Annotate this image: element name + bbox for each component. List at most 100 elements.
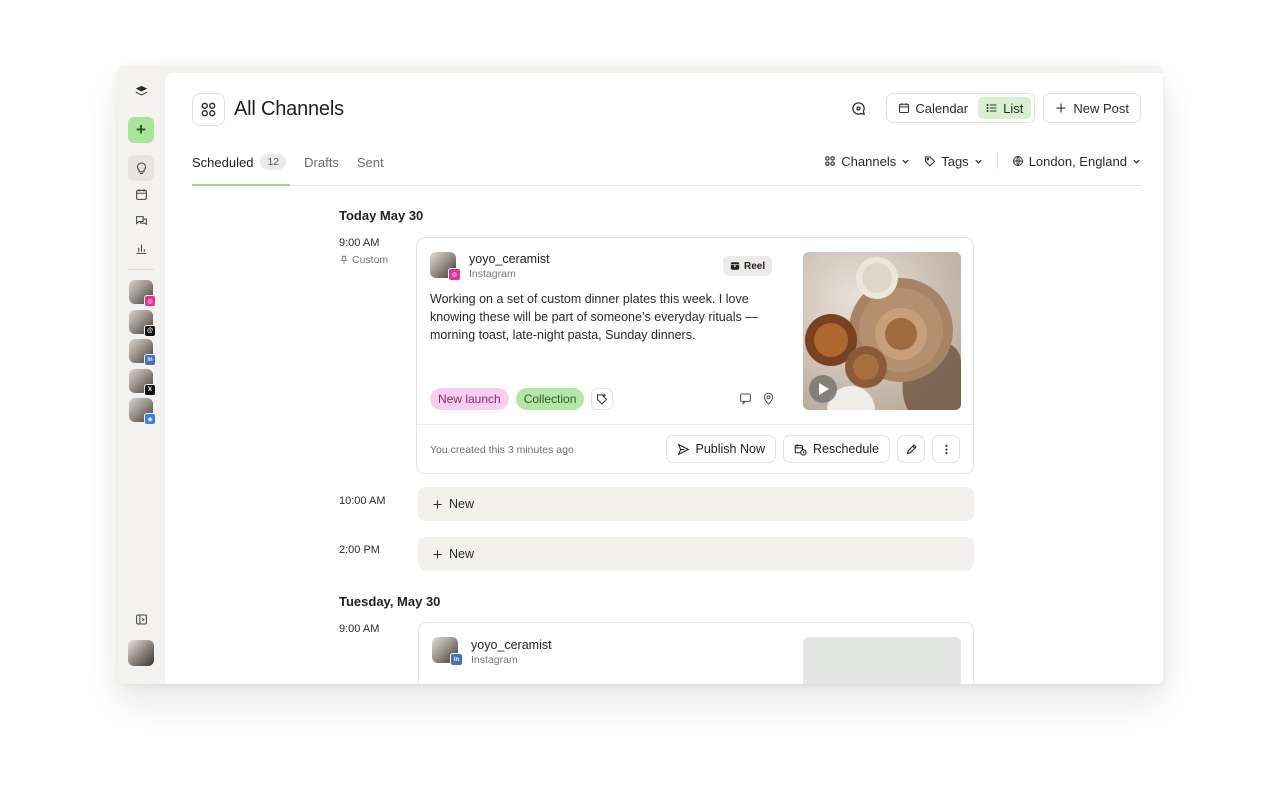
post-username: yoyo_ceramist: [469, 252, 550, 266]
send-icon: [677, 443, 690, 455]
timezone-label: London, England: [1028, 153, 1127, 169]
chevron-down-icon: [902, 159, 909, 164]
plus-icon: +: [136, 120, 146, 139]
ceramic-bowls-image: [803, 252, 961, 410]
post-card[interactable]: in yoyo_ceramist Instagram: [418, 622, 974, 684]
globe-icon: [1012, 156, 1023, 166]
plus-icon: [433, 549, 442, 559]
tab-scheduled-label: Scheduled: [192, 154, 254, 170]
list-icon: [986, 104, 997, 112]
location-icon[interactable]: [762, 392, 775, 405]
chat-icon: [135, 215, 147, 225]
time-type-label: Custom: [352, 254, 389, 266]
app-window: + ◎ @ in X ◆ All Channels Calendar List …: [118, 66, 1163, 684]
tab-sent[interactable]: Sent: [357, 151, 384, 173]
sidebar-toggle-icon: [135, 614, 147, 624]
reschedule-label: Reschedule: [812, 442, 879, 456]
post-network: Instagram: [471, 654, 518, 666]
page-header: All Channels: [192, 93, 344, 126]
channel-threads[interactable]: @: [129, 310, 156, 337]
comment-icon[interactable]: [739, 392, 752, 405]
timezone-filter[interactable]: London, England: [1012, 154, 1141, 169]
post-media-thumbnail[interactable]: [803, 637, 961, 684]
format-label: Reel: [744, 260, 766, 272]
new-post-slot[interactable]: New: [418, 487, 974, 521]
chevron-down-icon: [1133, 159, 1140, 164]
scheduled-count-badge: 12: [260, 154, 287, 170]
time-type: Custom: [339, 254, 388, 266]
add-tag-button[interactable]: [591, 388, 614, 410]
instagram-icon: ◎: [144, 295, 156, 307]
day-heading: Today May 30: [339, 208, 424, 223]
ideas-button[interactable]: [128, 155, 154, 181]
channels-grid-icon: [192, 93, 225, 126]
analytics-nav-button[interactable]: [128, 235, 154, 261]
more-options-button[interactable]: [932, 435, 960, 463]
create-post-button[interactable]: +: [128, 117, 154, 143]
tabs-divider: [192, 185, 1141, 186]
publish-now-label: Publish Now: [695, 442, 765, 456]
calendar-view-label: Calendar: [915, 100, 969, 116]
slot-time: 10:00 AM: [339, 495, 386, 507]
linkedin-icon: in: [450, 653, 463, 666]
tag-chip[interactable]: Collection: [515, 388, 585, 410]
edit-post-button[interactable]: [897, 435, 925, 463]
tag-chip[interactable]: New launch: [430, 388, 509, 410]
list-view-button[interactable]: List: [978, 97, 1032, 119]
avatar: ◎: [430, 252, 461, 281]
bluesky-icon: ◆: [144, 413, 156, 425]
format-badge: Reel: [723, 256, 773, 276]
channel-instagram[interactable]: ◎: [129, 280, 156, 307]
tag-icon: [925, 156, 936, 167]
post-caption: Working on a set of custom dinner plates…: [430, 292, 758, 342]
new-post-button[interactable]: New Post: [1043, 93, 1141, 123]
post-time: 9:00 AM: [339, 237, 380, 249]
calendar-icon: [135, 188, 147, 200]
add-tag-icon: [597, 393, 608, 405]
post-meta-icons: [739, 392, 775, 405]
calendar-icon: [899, 103, 910, 114]
channels-filter-label: Channels: [841, 153, 897, 169]
channels-grid-icon: [825, 156, 836, 166]
pencil-icon: [906, 443, 917, 454]
sidebar: + ◎ @ in X ◆: [118, 66, 164, 684]
threads-icon: @: [144, 325, 156, 337]
main-panel: All Channels Calendar List New Post Sche…: [165, 73, 1163, 684]
post-media-thumbnail[interactable]: [803, 252, 961, 410]
support-button[interactable]: [844, 94, 872, 122]
more-vertical-icon: [944, 444, 948, 454]
list-view-label: List: [1003, 100, 1024, 116]
tab-drafts[interactable]: Drafts: [304, 151, 339, 173]
filter-divider: [996, 153, 998, 169]
messages-nav-button[interactable]: [128, 208, 154, 234]
chevron-down-icon: [975, 159, 982, 164]
new-slot-label: New: [449, 547, 475, 561]
tags-filter[interactable]: Tags: [924, 154, 982, 169]
post-card[interactable]: ◎ yoyo_ceramist Instagram Reel Working o…: [416, 237, 974, 474]
support-chat-icon: [852, 101, 865, 115]
channel-x[interactable]: X: [129, 369, 156, 396]
plus-icon: [1056, 103, 1066, 113]
channel-linkedin[interactable]: in: [129, 339, 156, 366]
channels-filter[interactable]: Channels: [824, 154, 910, 169]
header-actions: Calendar List New Post: [844, 93, 1141, 123]
plus-icon: [433, 499, 442, 509]
calendar-view-button[interactable]: Calendar: [890, 97, 976, 119]
linkedin-icon: in: [144, 354, 156, 366]
reschedule-button[interactable]: Reschedule: [782, 435, 890, 463]
post-status-tabs: Scheduled 12 Drafts Sent: [192, 151, 384, 173]
user-avatar[interactable]: [128, 640, 154, 666]
reel-icon: [730, 262, 740, 270]
calendar-nav-button[interactable]: [128, 181, 154, 207]
layers-icon[interactable]: [128, 78, 154, 104]
post-time: 9:00 AM: [339, 623, 380, 635]
created-info: You created this 3 minutes ago: [430, 444, 574, 456]
x-icon: X: [144, 384, 156, 396]
view-switcher: Calendar List: [886, 93, 1036, 123]
publish-now-button[interactable]: Publish Now: [665, 435, 776, 463]
tab-scheduled[interactable]: Scheduled 12: [192, 151, 287, 173]
page-title: All Channels: [234, 98, 344, 120]
new-post-slot[interactable]: New: [418, 537, 974, 571]
collapse-sidebar-button[interactable]: [128, 606, 154, 632]
channel-bluesky[interactable]: ◆: [129, 398, 156, 425]
